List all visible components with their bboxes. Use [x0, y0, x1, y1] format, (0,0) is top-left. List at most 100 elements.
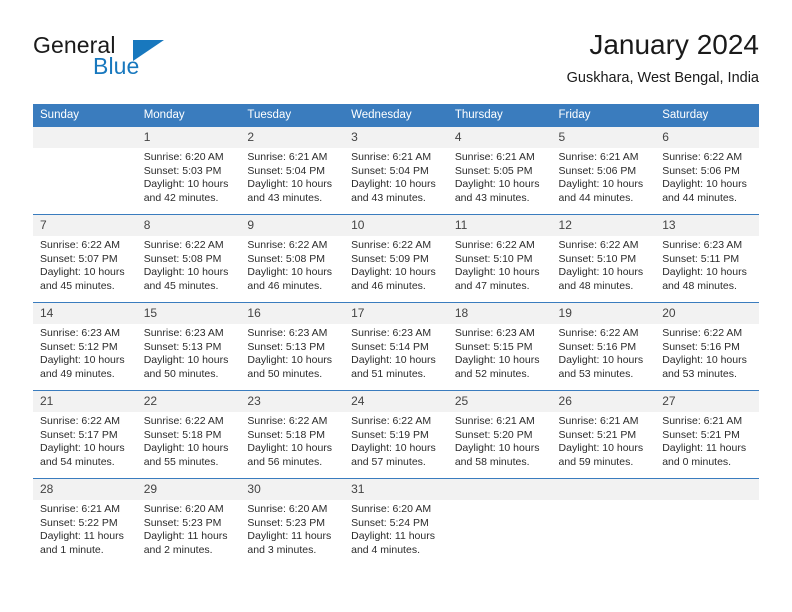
daylight-text: Daylight: 11 hours and 1 minute.: [40, 530, 124, 556]
sunset-text: Sunset: 5:03 PM: [143, 164, 222, 177]
sunrise-text: Sunrise: 6:23 AM: [454, 327, 535, 339]
sunset-text: Sunset: 5:24 PM: [351, 516, 429, 529]
day-number: 20: [655, 303, 759, 324]
daylight-text: Daylight: 10 hours and 43 minutes.: [351, 178, 436, 204]
sunrise-text: Sunrise: 6:23 AM: [40, 327, 120, 339]
daylight-text: Daylight: 11 hours and 0 minutes.: [662, 442, 747, 468]
calendar-day-cell[interactable]: 19 Sunrise: 6:22 AM Sunset: 5:16 PM Dayligh…: [551, 302, 656, 391]
calendar-body: 1 Sunrise: 6:20 AM Sunset: 5:03 PM Daylight…: [33, 126, 759, 567]
day-number: 25: [447, 391, 552, 412]
day-details: Sunrise: 6:22 AM Sunset: 5:06 PM Daylight:…: [655, 148, 759, 205]
calendar-day-cell[interactable]: 1 Sunrise: 6:20 AM Sunset: 5:03 PM Daylight…: [136, 126, 241, 215]
sunset-text: Sunset: 5:18 PM: [247, 428, 326, 441]
calendar-day-cell[interactable]: 31 Sunrise: 6:20 AM Sunset: 5:24 PM Dayligh…: [344, 478, 448, 567]
sunset-text: Sunset: 5:07 PM: [40, 252, 118, 265]
sunset-text: Sunset: 5:09 PM: [351, 252, 429, 265]
day-details: Sunrise: 6:22 AM Sunset: 5:10 PM Daylight:…: [552, 236, 656, 293]
calendar-grid: Sunday Monday Tuesday Wednesday Thursday…: [33, 104, 759, 567]
calendar-day-cell[interactable]: 13 Sunrise: 6:23 AM Sunset: 5:11 PM Dayligh…: [655, 214, 759, 303]
sunset-text: Sunset: 5:06 PM: [558, 164, 637, 177]
weekday-header-friday: Friday: [551, 104, 656, 127]
calendar-header-row: Sunday Monday Tuesday Wednesday Thursday…: [33, 104, 759, 127]
calendar-day-cell[interactable]: 29 Sunrise: 6:20 AM Sunset: 5:23 PM Dayligh…: [136, 478, 241, 567]
calendar-day-cell[interactable]: 16 Sunrise: 6:23 AM Sunset: 5:13 PM Dayligh…: [240, 302, 345, 391]
calendar-page: General Blue January 2024 Guskhara, West…: [0, 0, 792, 612]
calendar-day-cell-empty: [655, 478, 759, 567]
sunset-text: Sunset: 5:11 PM: [662, 252, 740, 265]
calendar-day-cell[interactable]: 26 Sunrise: 6:21 AM Sunset: 5:21 PM Dayligh…: [551, 390, 656, 479]
calendar-day-cell[interactable]: 4 Sunrise: 6:21 AM Sunset: 5:05 PM Daylight…: [447, 126, 552, 215]
sunrise-text: Sunrise: 6:20 AM: [247, 503, 328, 515]
sunset-text: Sunset: 5:22 PM: [40, 516, 118, 529]
day-number: 7: [33, 215, 137, 236]
sunrise-text: Sunrise: 6:20 AM: [143, 503, 224, 515]
calendar-day-cell[interactable]: 28 Sunrise: 6:21 AM Sunset: 5:22 PM Dayligh…: [33, 478, 137, 567]
day-number: 9: [240, 215, 345, 236]
calendar-day-cell[interactable]: 10 Sunrise: 6:22 AM Sunset: 5:09 PM Dayligh…: [344, 214, 448, 303]
day-details: Sunrise: 6:22 AM Sunset: 5:16 PM Daylight:…: [552, 324, 656, 381]
calendar-day-cell[interactable]: 18 Sunrise: 6:23 AM Sunset: 5:15 PM Dayligh…: [447, 302, 552, 391]
calendar-day-cell[interactable]: 7 Sunrise: 6:22 AM Sunset: 5:07 PM Daylight…: [33, 214, 137, 303]
daylight-text: Daylight: 10 hours and 53 minutes.: [558, 354, 644, 380]
calendar-day-cell[interactable]: 8 Sunrise: 6:22 AM Sunset: 5:08 PM Daylight…: [136, 214, 241, 303]
calendar-day-cell[interactable]: 24 Sunrise: 6:22 AM Sunset: 5:19 PM Dayligh…: [344, 390, 448, 479]
day-details: Sunrise: 6:20 AM Sunset: 5:23 PM Daylight:…: [240, 500, 344, 557]
calendar-day-cell[interactable]: 22 Sunrise: 6:22 AM Sunset: 5:18 PM Dayligh…: [136, 390, 241, 479]
calendar-day-cell[interactable]: 12 Sunrise: 6:22 AM Sunset: 5:10 PM Dayligh…: [551, 214, 656, 303]
sunset-text: Sunset: 5:08 PM: [247, 252, 326, 265]
daylight-text: Daylight: 10 hours and 43 minutes.: [247, 178, 333, 204]
calendar-day-cell[interactable]: 20 Sunrise: 6:22 AM Sunset: 5:16 PM Dayligh…: [655, 302, 759, 391]
sunrise-text: Sunrise: 6:23 AM: [143, 327, 224, 339]
sunset-text: Sunset: 5:18 PM: [143, 428, 222, 441]
calendar-day-cell[interactable]: 11 Sunrise: 6:22 AM Sunset: 5:10 PM Dayligh…: [447, 214, 552, 303]
sunrise-text: Sunrise: 6:23 AM: [351, 327, 432, 339]
day-details: Sunrise: 6:22 AM Sunset: 5:16 PM Daylight:…: [655, 324, 759, 381]
day-number: 18: [447, 303, 552, 324]
sunset-text: Sunset: 5:10 PM: [558, 252, 637, 265]
calendar-day-cell[interactable]: 30 Sunrise: 6:20 AM Sunset: 5:23 PM Dayligh…: [240, 478, 345, 567]
calendar-day-cell[interactable]: 25 Sunrise: 6:21 AM Sunset: 5:20 PM Dayligh…: [447, 390, 552, 479]
calendar-day-cell-empty: [447, 478, 552, 567]
sunrise-text: Sunrise: 6:22 AM: [558, 327, 639, 339]
day-details: Sunrise: 6:21 AM Sunset: 5:21 PM Daylight:…: [655, 412, 759, 469]
day-number: 14: [33, 303, 137, 324]
calendar-day-cell[interactable]: 17 Sunrise: 6:23 AM Sunset: 5:14 PM Dayligh…: [344, 302, 448, 391]
day-details: Sunrise: 6:23 AM Sunset: 5:11 PM Daylight:…: [655, 236, 759, 293]
sunrise-text: Sunrise: 6:22 AM: [351, 415, 432, 427]
weekday-header-monday: Monday: [136, 104, 241, 127]
day-details: Sunrise: 6:22 AM Sunset: 5:09 PM Daylight:…: [344, 236, 448, 293]
calendar-day-cell[interactable]: 2 Sunrise: 6:21 AM Sunset: 5:04 PM Daylight…: [240, 126, 345, 215]
day-details: Sunrise: 6:23 AM Sunset: 5:15 PM Daylight:…: [448, 324, 552, 381]
calendar-day-cell[interactable]: 23 Sunrise: 6:22 AM Sunset: 5:18 PM Dayligh…: [240, 390, 345, 479]
sunset-text: Sunset: 5:21 PM: [662, 428, 740, 441]
calendar-day-cell[interactable]: 15 Sunrise: 6:23 AM Sunset: 5:13 PM Dayligh…: [136, 302, 241, 391]
calendar-day-cell[interactable]: 9 Sunrise: 6:22 AM Sunset: 5:08 PM Daylight…: [240, 214, 345, 303]
day-details: Sunrise: 6:23 AM Sunset: 5:13 PM Daylight:…: [240, 324, 344, 381]
calendar-day-cell[interactable]: 21 Sunrise: 6:22 AM Sunset: 5:17 PM Dayligh…: [33, 390, 137, 479]
sunrise-text: Sunrise: 6:21 AM: [662, 415, 743, 427]
day-number: 15: [136, 303, 241, 324]
calendar-day-cell[interactable]: 14 Sunrise: 6:23 AM Sunset: 5:12 PM Dayligh…: [33, 302, 137, 391]
day-number: 4: [447, 127, 552, 148]
sunset-text: Sunset: 5:17 PM: [40, 428, 118, 441]
day-number: 24: [344, 391, 448, 412]
daylight-text: Daylight: 10 hours and 48 minutes.: [558, 266, 644, 292]
calendar-day-cell[interactable]: 5 Sunrise: 6:21 AM Sunset: 5:06 PM Daylight…: [551, 126, 656, 215]
day-details: Sunrise: 6:22 AM Sunset: 5:07 PM Daylight:…: [33, 236, 137, 293]
weekday-header-saturday: Saturday: [655, 104, 759, 127]
daylight-text: Daylight: 10 hours and 43 minutes.: [454, 178, 540, 204]
calendar-day-cell[interactable]: 27 Sunrise: 6:21 AM Sunset: 5:21 PM Dayligh…: [655, 390, 759, 479]
brand-logo[interactable]: General Blue: [33, 32, 253, 88]
weekday-header-wednesday: Wednesday: [344, 104, 448, 127]
sunset-text: Sunset: 5:12 PM: [40, 340, 118, 353]
sunset-text: Sunset: 5:06 PM: [662, 164, 740, 177]
page-title: January 2024: [589, 29, 759, 60]
day-number: [655, 479, 759, 500]
sunset-text: Sunset: 5:13 PM: [143, 340, 222, 353]
calendar-week-row: 7 Sunrise: 6:22 AM Sunset: 5:07 PM Daylight…: [33, 214, 759, 303]
daylight-text: Daylight: 10 hours and 49 minutes.: [40, 354, 125, 380]
calendar-day-cell[interactable]: 6 Sunrise: 6:22 AM Sunset: 5:06 PM Daylight…: [655, 126, 759, 215]
daylight-text: Daylight: 10 hours and 44 minutes.: [558, 178, 644, 204]
calendar-day-cell[interactable]: 3 Sunrise: 6:21 AM Sunset: 5:04 PM Daylight…: [344, 126, 448, 215]
sunset-text: Sunset: 5:14 PM: [351, 340, 429, 353]
